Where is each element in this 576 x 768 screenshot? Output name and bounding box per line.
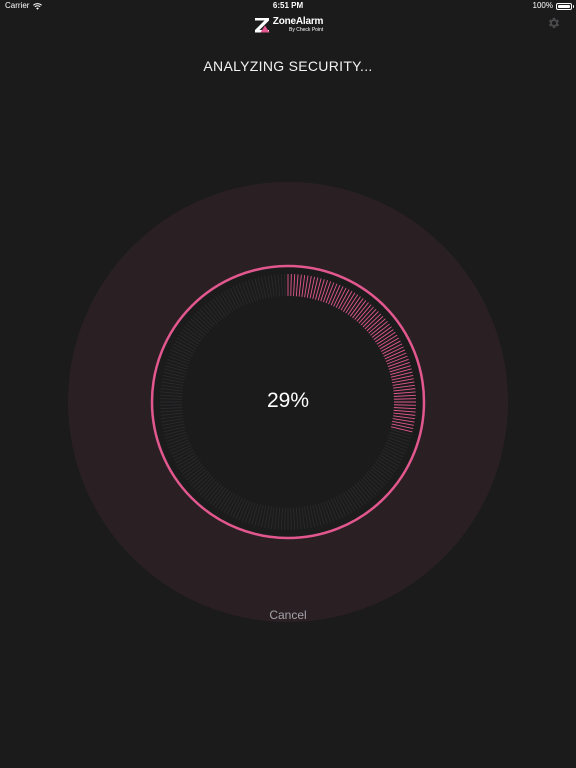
progress-tick xyxy=(284,506,286,530)
scan-screen: Carrier 6:51 PM 100% ZoneAlarm By Check … xyxy=(0,0,576,768)
progress-tick-active xyxy=(290,274,292,298)
progress-tick xyxy=(284,274,286,298)
cancel-button[interactable]: Cancel xyxy=(238,608,338,622)
scan-dial xyxy=(68,182,508,622)
progress-percent: 29% xyxy=(266,389,310,412)
progress-tick xyxy=(290,506,292,530)
